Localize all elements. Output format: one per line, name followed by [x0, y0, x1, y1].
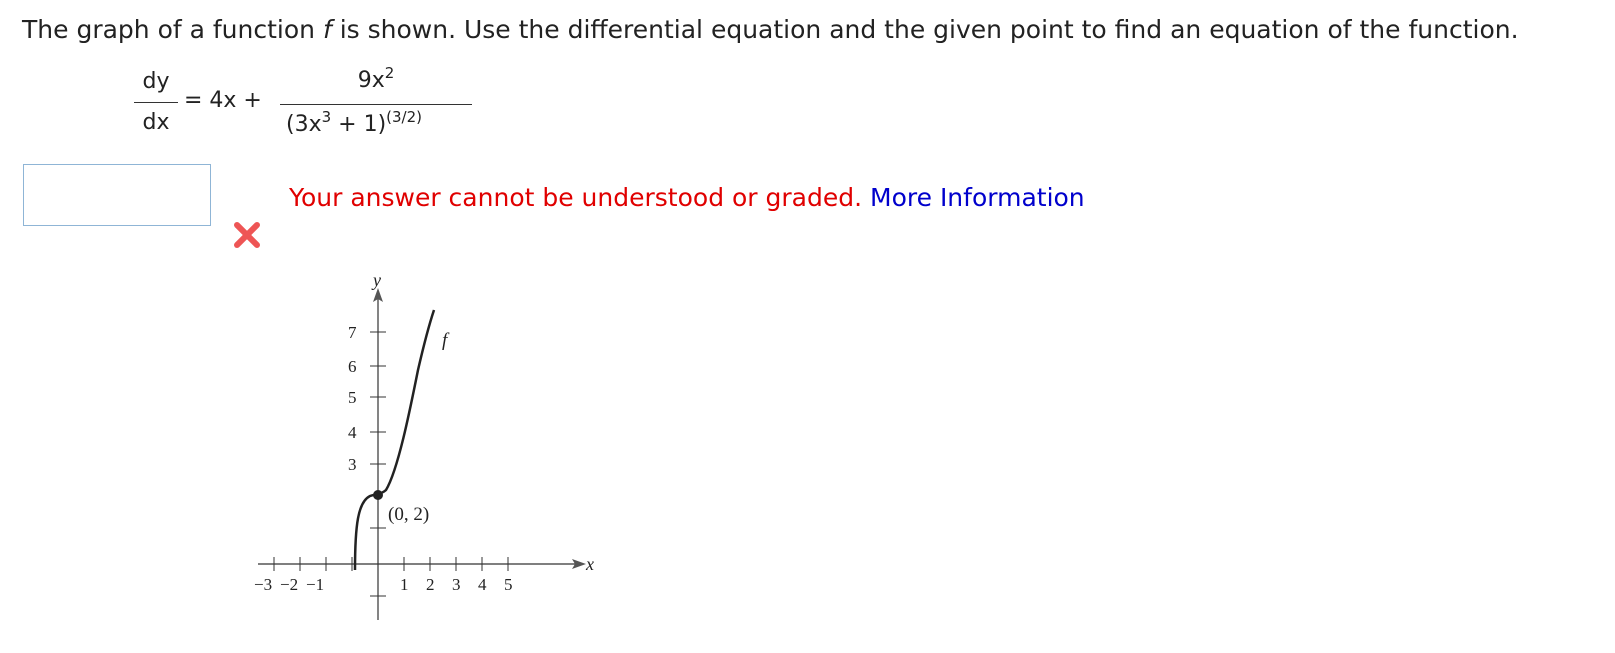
x-tick-label: 4 [478, 575, 487, 594]
x-axis-label: x [585, 554, 594, 574]
y-tick-label: 7 [348, 323, 357, 342]
point-label: (0, 2) [388, 504, 429, 525]
error-message: Your answer cannot be understood or grad… [289, 183, 863, 212]
rhs-numerator: 9x2 [280, 66, 472, 94]
rhs-den-exponent2: (3/2) [386, 108, 423, 126]
function-name: f [322, 15, 332, 44]
rhs-fraction-bar [280, 104, 472, 105]
rhs-denominator: (3x3 + 1)(3/2) [286, 110, 422, 138]
function-curve [353, 309, 436, 571]
question-text-end: is shown. Use the differential equation … [331, 15, 1519, 44]
x-tick-label: 2 [426, 575, 435, 594]
y-tick-label: 4 [348, 423, 357, 442]
x-tick-label: 1 [400, 575, 409, 594]
x-tick-labels: −3 −2 −1 1 2 3 4 5 [254, 575, 513, 594]
differential-equation: dy dx = 4x + 9x2 (3x3 + 1)(3/2) [128, 62, 488, 142]
equation-middle: = 4x + [184, 88, 262, 113]
lhs-denominator: dx [142, 110, 170, 135]
y-tick-label: 5 [348, 388, 357, 407]
x-tick-label: −2 [280, 575, 298, 594]
curve-label: f [442, 330, 450, 351]
y-tick-labels: 3 4 5 6 7 [348, 323, 357, 474]
y-tick-label: 6 [348, 357, 357, 376]
answer-input[interactable] [23, 164, 211, 226]
x-tick-label: −3 [254, 575, 272, 594]
feedback-message: Your answer cannot be understood or grad… [289, 182, 1085, 214]
rhs-den-exponent1: 3 [321, 108, 332, 126]
x-tick-label: 3 [452, 575, 461, 594]
rhs-den-part1: (3x [286, 112, 322, 137]
lhs-numerator: dy [142, 69, 170, 94]
rhs-numerator-base: 9x [357, 68, 385, 93]
question-text: The graph of a function f is shown. Use … [22, 14, 1519, 46]
rhs-den-part2: + 1) [331, 112, 387, 137]
y-axis-label: y [371, 270, 381, 290]
lhs-fraction-bar [134, 102, 178, 103]
rhs-numerator-exponent: 2 [384, 64, 395, 82]
x-tick-label: 5 [504, 575, 513, 594]
question-text-start: The graph of a function [22, 15, 323, 44]
more-information-link[interactable]: More Information [870, 183, 1085, 212]
y-tick-label: 3 [348, 455, 357, 474]
function-graph: x y −3 −2 −1 1 2 3 4 5 3 4 5 6 7 f (0, 2… [254, 270, 594, 620]
x-tick-label: −1 [306, 575, 324, 594]
given-point [373, 490, 383, 500]
red-x-icon [234, 222, 260, 248]
